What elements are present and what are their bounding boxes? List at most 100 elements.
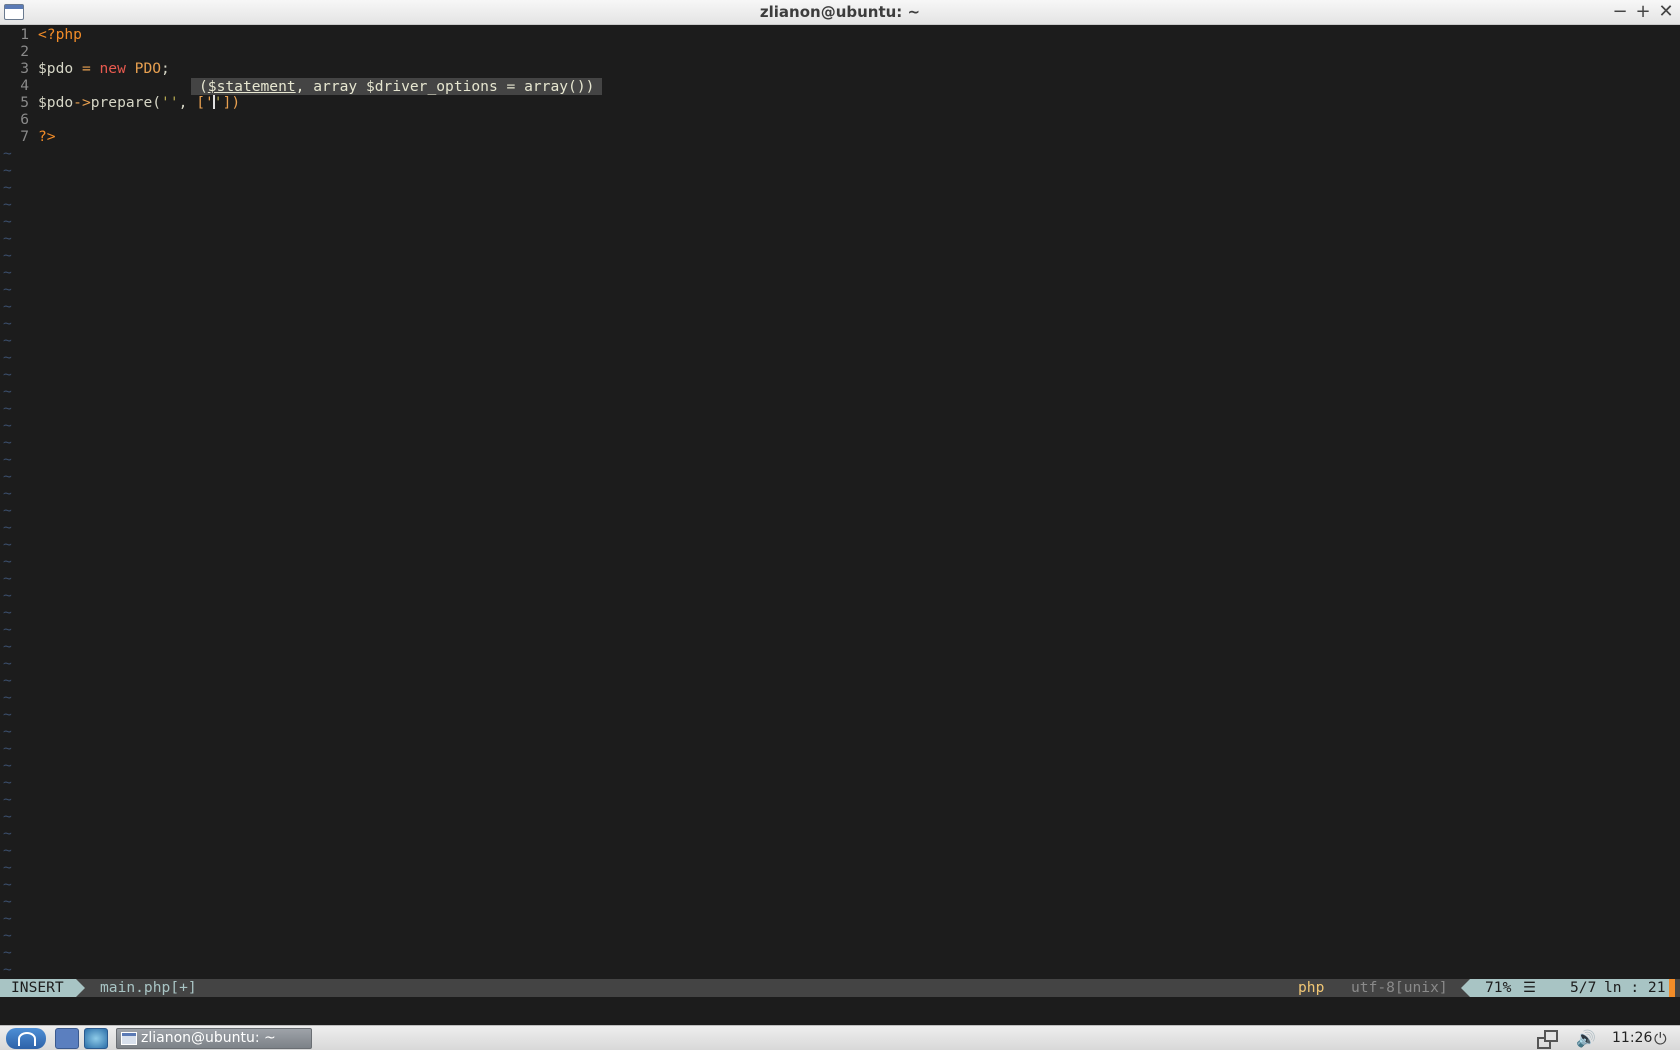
code-token: PDO xyxy=(134,60,162,77)
tilde-marker: ~ xyxy=(3,689,12,706)
tilde-marker: ~ xyxy=(3,876,12,893)
window-title: zlianon@ubuntu: ~ xyxy=(759,3,921,21)
tilde-marker: ~ xyxy=(3,570,12,587)
vim-command-line[interactable] xyxy=(0,997,1680,1025)
line-number: 7 xyxy=(20,128,29,145)
code-token: ; xyxy=(161,60,170,77)
mode-indicator: INSERT xyxy=(0,979,76,997)
tilde-marker: ~ xyxy=(3,723,12,740)
tilde-marker: ~ xyxy=(3,842,12,859)
code-token: , xyxy=(178,94,197,111)
tilde-marker: ~ xyxy=(3,502,12,519)
code-token: = xyxy=(73,60,100,77)
statusline-end-marker xyxy=(1669,979,1675,997)
tilde-marker: ~ xyxy=(3,740,12,757)
filetype-label: php xyxy=(1298,979,1325,996)
tilde-marker: ~ xyxy=(3,230,12,247)
tilde-marker: ~ xyxy=(3,298,12,315)
line-number: 4 xyxy=(20,77,29,94)
code-token: $pdo xyxy=(38,60,74,77)
close-button[interactable]: ✕ xyxy=(1655,1,1677,23)
code-token: ' xyxy=(213,94,223,111)
mode-separator xyxy=(76,979,85,997)
line-number: 6 xyxy=(20,111,29,128)
tilde-marker: ~ xyxy=(3,145,12,162)
line-number: 2 xyxy=(20,43,29,60)
line-code: $pdo = new PDO; xyxy=(38,60,170,77)
lines-icon: ☰ xyxy=(1523,979,1537,996)
line-number: 3 xyxy=(20,60,29,77)
tilde-marker: ~ xyxy=(3,213,12,230)
vim-editor-area[interactable]: 1 <?php 2 3 $pdo = new PDO; 4 5 $pdo->prepare('… xyxy=(0,25,1680,979)
tilde-marker: ~ xyxy=(3,893,12,910)
code-token: $pdo xyxy=(38,94,74,111)
code-token: ( xyxy=(152,94,162,111)
line-number: 1 xyxy=(20,26,29,43)
start-menu-icon[interactable] xyxy=(6,1028,46,1049)
signature-rest: , array $driver_options = array()) xyxy=(295,78,595,95)
tilde-marker: ~ xyxy=(3,434,12,451)
tilde-marker: ~ xyxy=(3,400,12,417)
tilde-marker: ~ xyxy=(3,553,12,570)
volume-icon[interactable]: 🔊 xyxy=(1576,1028,1602,1049)
tilde-marker: ~ xyxy=(3,944,12,961)
tilde-marker: ~ xyxy=(3,196,12,213)
code-token: [' xyxy=(196,94,214,111)
tilde-marker: ~ xyxy=(3,536,12,553)
minimize-button[interactable]: − xyxy=(1609,1,1631,23)
file-manager-icon[interactable] xyxy=(55,1028,79,1049)
line-position: 5/7 xyxy=(1570,979,1597,996)
function-signature-hint: ($statement, array $driver_options = arr… xyxy=(191,78,603,95)
tilde-marker: ~ xyxy=(3,417,12,434)
code-token: prepare xyxy=(90,94,153,111)
code-token: new xyxy=(99,60,126,77)
taskbar-item-label: zlianon@ubuntu: ~ xyxy=(141,1030,276,1046)
code-token: ]) xyxy=(222,94,241,111)
taskbar: zlianon@ubuntu: ~ 🔊 11:26 ⏻ xyxy=(0,1025,1680,1050)
line-code: <?php xyxy=(38,26,82,43)
tilde-marker: ~ xyxy=(3,587,12,604)
tilde-marker: ~ xyxy=(3,774,12,791)
tilde-marker: ~ xyxy=(3,638,12,655)
clock[interactable]: 11:26 xyxy=(1612,1028,1652,1049)
tilde-marker: ~ xyxy=(3,315,12,332)
code-token: ?> xyxy=(38,128,56,145)
code-token: -> xyxy=(73,94,91,111)
position-separator xyxy=(1461,979,1470,997)
tilde-marker: ~ xyxy=(3,519,12,536)
tilde-marker: ~ xyxy=(3,791,12,808)
network-icon[interactable] xyxy=(1535,1028,1558,1049)
line-code: ?> xyxy=(38,128,56,145)
terminal-window-icon xyxy=(121,1032,137,1045)
line-number: 5 xyxy=(20,94,29,111)
filename-label: main.php[+] xyxy=(100,979,197,996)
tilde-marker: ~ xyxy=(3,264,12,281)
power-icon[interactable]: ⏻ xyxy=(1654,1028,1676,1049)
tilde-marker: ~ xyxy=(3,485,12,502)
tilde-marker: ~ xyxy=(3,451,12,468)
tilde-marker: ~ xyxy=(3,604,12,621)
tilde-marker: ~ xyxy=(3,162,12,179)
window-titlebar[interactable]: zlianon@ubuntu: ~ − + ✕ xyxy=(0,0,1680,25)
maximize-button[interactable]: + xyxy=(1632,1,1654,23)
tilde-marker: ~ xyxy=(3,910,12,927)
tilde-marker: ~ xyxy=(3,672,12,689)
tilde-marker: ~ xyxy=(3,808,12,825)
taskbar-item-terminal[interactable]: zlianon@ubuntu: ~ xyxy=(116,1028,312,1049)
tilde-marker: ~ xyxy=(3,281,12,298)
tilde-marker: ~ xyxy=(3,247,12,264)
signature-open: ( xyxy=(199,78,208,95)
code-token: '' xyxy=(161,94,179,111)
tilde-marker: ~ xyxy=(3,706,12,723)
position-section: 71% ☰ 5/7 ln : 21 xyxy=(1470,979,1675,997)
tilde-marker: ~ xyxy=(3,655,12,672)
signature-active-param: $statement xyxy=(207,78,296,95)
tilde-marker: ~ xyxy=(3,757,12,774)
tilde-marker: ~ xyxy=(3,179,12,196)
scroll-percent: 71% xyxy=(1485,979,1512,996)
line-code: $pdo->prepare('', ['']) xyxy=(38,94,240,111)
browser-icon[interactable] xyxy=(84,1028,108,1049)
tilde-marker: ~ xyxy=(3,961,12,978)
encoding-label: utf-8[unix] xyxy=(1351,979,1448,996)
